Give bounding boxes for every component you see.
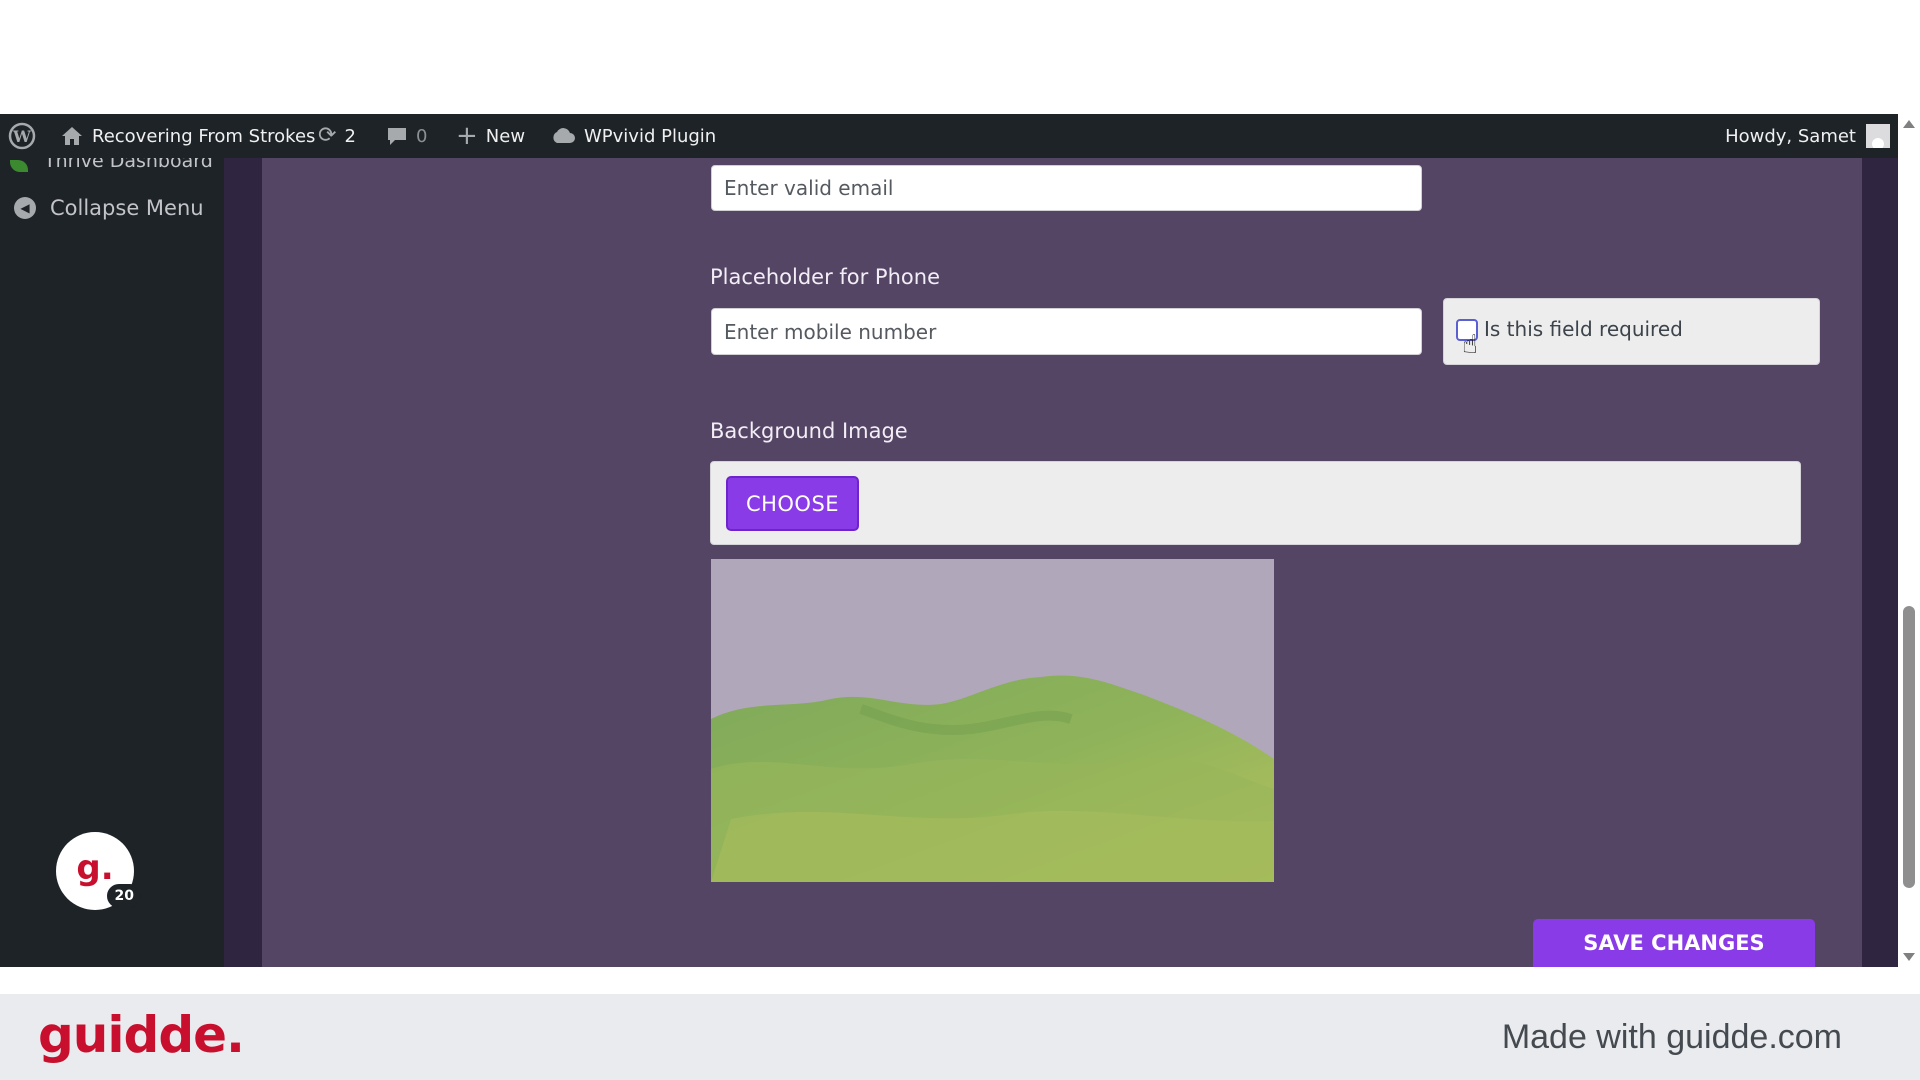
updates-link[interactable]: ⟳ 2 [318,114,356,158]
sidebar-item-thrive-dashboard[interactable]: Thrive Dashboard [10,158,213,172]
phone-placeholder-label: Placeholder for Phone [710,265,940,289]
admin-bar: W Recovering From Strokes ⟳ 2 0 + New WP… [0,114,1898,158]
comment-icon [386,126,408,146]
save-changes-button[interactable]: SAVE CHANGES [1533,919,1815,967]
collapse-menu-button[interactable]: ◀ Collapse Menu [14,196,204,220]
howdy-text: Howdy, Samet [1725,125,1856,147]
account-menu[interactable]: Howdy, Samet [1725,114,1890,158]
updates-count: 2 [344,125,356,147]
guidde-logo: guidde. [38,1006,245,1064]
guidde-footer: guidde. Made with guidde.com [0,994,1920,1080]
comments-link[interactable]: 0 [386,114,427,158]
new-content-link[interactable]: + New [456,114,525,158]
avatar [1866,124,1890,148]
top-margin [0,0,1920,114]
site-name-link[interactable]: Recovering From Strokes [60,114,315,158]
wordpress-logo-icon: W [8,122,36,150]
wordpress-menu[interactable]: W [8,114,36,158]
home-icon [60,125,84,147]
scroll-up-arrow-icon[interactable] [1903,120,1915,128]
footer-gap [0,967,1920,994]
background-image-picker: CHOOSE [710,461,1801,545]
guidde-widget-button[interactable]: g. 20 [56,832,142,910]
choose-image-button[interactable]: CHOOSE [726,476,859,531]
plus-icon: + [456,121,478,151]
site-name: Recovering From Strokes [92,125,316,147]
required-field-box: Is this field required [1443,298,1820,365]
scroll-down-arrow-icon[interactable] [1903,953,1915,961]
phone-placeholder-input[interactable] [711,308,1422,355]
comments-count: 0 [416,125,428,147]
wpvivid-link[interactable]: WPvivid Plugin [550,114,716,158]
guidde-badge-logo: g. [76,848,114,888]
leaf-icon [10,160,28,172]
scrollbar-thumb[interactable] [1903,606,1915,888]
sidebar-item-label: Thrive Dashboard [44,158,213,172]
collapse-menu-label: Collapse Menu [50,196,204,220]
made-with-text: Made with guidde.com [1501,1018,1842,1056]
updates-icon: ⟳ [318,123,337,148]
wpvivid-label: WPvivid Plugin [584,125,717,147]
new-label: New [485,125,526,147]
page-scrollbar[interactable] [1898,114,1920,967]
collapse-arrow-icon: ◀ [14,197,36,219]
background-image-label: Background Image [710,419,908,443]
svg-text:W: W [12,127,32,146]
background-image-preview [711,559,1274,882]
email-placeholder-input[interactable] [711,165,1422,211]
guidde-badge-count: 20 [106,884,142,908]
required-label: Is this field required [1484,316,1683,341]
hand-cursor-icon: ☝ [1462,330,1478,360]
cloud-icon [550,127,576,145]
